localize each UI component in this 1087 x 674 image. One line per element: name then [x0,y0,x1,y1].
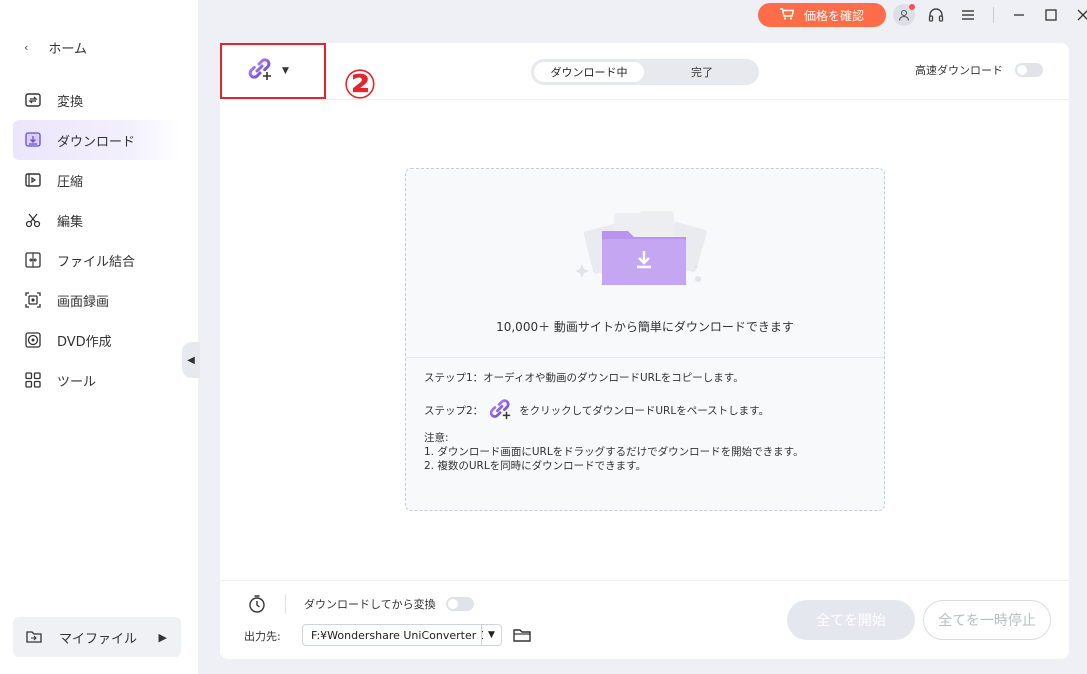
check-price-label: 価格を確認 [803,8,864,23]
sidebar-item-convert[interactable]: 変換 [13,80,181,120]
timer-icon[interactable] [247,594,267,614]
footer-vertical-divider [285,594,286,614]
convert-icon [24,91,42,109]
chevron-right-icon: ▶ [158,630,167,644]
annotation-number: ② [343,62,377,108]
add-url-button[interactable]: ▼ [220,43,326,99]
output-folder-select[interactable]: F:¥Wondershare UniConverter 1 ▼ [302,624,502,646]
download-folder-illustration [574,207,714,297]
convert-after-download-setting: ダウンロードしてから変換 [304,596,474,612]
chevron-left-icon: ◀ [187,354,195,366]
titlebar-divider [993,7,994,23]
titlebar-controls [893,4,1087,26]
drop-zone-title: 10,000＋ 動画サイトから簡単にダウンロードできます [496,320,794,334]
home-link[interactable]: ‹ ホーム [24,38,87,57]
check-price-button[interactable]: 価格を確認 [758,3,886,27]
sidebar-item-label: DVD作成 [57,334,112,350]
my-files-label: マイファイル [59,631,138,647]
step-2-suffix: をクリックしてダウンロードURLをペーストします。 [519,405,770,417]
output-folder-path: F:¥Wondershare UniConverter 1 [311,628,483,642]
chevron-left-icon: ‹ [24,41,29,54]
notification-dot [909,4,915,10]
sidebar-nav: 変換 ダウンロード 圧縮 編集 ファイル結合 画面録画 DVD作成 ツール [13,80,181,400]
download-icon [24,131,42,149]
sidebar: ‹ ホーム 変換 ダウンロード 圧縮 編集 ファイル結合 画面録画 DVD作成 … [0,0,198,674]
note-line: 2. 複数のURLを同時にダウンロードできます。 [424,460,647,472]
minimize-icon[interactable] [1008,4,1030,26]
download-status-tabs: ダウンロード中 完了 [531,59,759,85]
cart-icon [779,7,795,23]
notes: 注意: 1. ダウンロード画面にURLをドラッグするだけでダウンロードを開始でき… [424,431,804,473]
open-folder-icon[interactable] [512,625,532,645]
link-add-icon [489,398,513,423]
sidebar-item-merge[interactable]: ファイル結合 [13,240,181,280]
sidebar-collapse-button[interactable]: ◀ [182,342,200,378]
sidebar-item-dvd[interactable]: DVD作成 [13,320,181,360]
sidebar-item-label: ダウンロード [57,134,136,150]
merge-icon [24,251,42,269]
sidebar-item-tools[interactable]: ツール [13,360,181,400]
sidebar-item-label: 圧縮 [57,174,84,190]
chevron-down-icon: ▼ [282,66,289,76]
output-folder-label: 出力先: [244,630,281,643]
compress-icon [24,171,42,189]
step-2-prefix: ステップ2： [424,405,484,417]
folder-icon [25,628,43,646]
dvd-icon [24,331,42,349]
sidebar-item-label: ファイル結合 [57,254,136,270]
menu-icon[interactable] [957,4,979,26]
convert-after-download-toggle[interactable] [445,597,474,611]
maximize-icon[interactable] [1040,4,1062,26]
my-files-button[interactable]: マイファイル ▶ [13,617,181,657]
sidebar-item-compress[interactable]: 圧縮 [13,160,181,200]
account-avatar-icon[interactable] [893,4,915,26]
step-2-row: ステップ2： をクリックしてダウンロードURLをペーストします。 [424,398,769,423]
drop-zone-divider [406,357,884,358]
convert-after-download-label: ダウンロードしてから変換 [304,598,436,611]
home-label: ホーム [48,42,88,57]
close-icon[interactable] [1072,4,1087,26]
fast-download-setting: 高速ダウンロード [915,62,1043,78]
drop-zone[interactable]: 10,000＋ 動画サイトから簡単にダウンロードできます ステップ1：オーディオ… [405,168,885,511]
chevron-down-icon: ▼ [481,625,501,645]
sidebar-item-label: 画面録画 [57,294,110,310]
sidebar-item-download[interactable]: ダウンロード [13,120,181,160]
tools-icon [24,371,42,389]
scissors-icon [24,211,42,229]
tab-downloading[interactable]: ダウンロード中 [534,62,644,82]
header-divider [220,99,1069,100]
link-add-icon [248,57,274,85]
pause-all-button[interactable]: 全てを一時停止 [923,600,1051,640]
footer-divider [220,580,1069,581]
note-title: 注意: [424,432,449,444]
sidebar-item-screen-record[interactable]: 画面録画 [13,280,181,320]
download-panel: ▼ ② ダウンロード中 完了 高速ダウンロード 10,000＋ 動画サイトから簡… [220,43,1069,659]
step-1-text: ステップ1：オーディオや動画のダウンロードURLをコピーします。 [424,372,744,384]
start-all-button[interactable]: 全てを開始 [787,600,915,640]
sidebar-item-label: 変換 [57,94,84,110]
tab-completed[interactable]: 完了 [647,62,757,82]
sidebar-item-label: 編集 [57,214,84,230]
note-line: 1. ダウンロード画面にURLをドラッグするだけでダウンロードを開始できます。 [424,446,804,458]
sidebar-item-label: ツール [57,374,97,390]
fast-download-toggle[interactable] [1015,63,1043,77]
headset-support-icon[interactable] [925,4,947,26]
screen-record-icon [24,291,42,309]
fast-download-label: 高速ダウンロード [915,64,1003,77]
sidebar-item-edit[interactable]: 編集 [13,200,181,240]
